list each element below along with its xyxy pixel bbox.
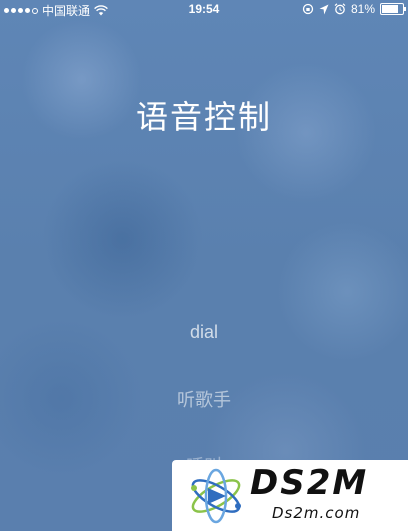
- alarm-icon: [334, 3, 346, 15]
- watermark-brand: DS2M: [250, 463, 369, 503]
- suggestion-item: dial: [189, 322, 219, 342]
- location-icon: [319, 4, 329, 14]
- page-title: 语音控制: [135, 99, 272, 135]
- watermark-logo: DS2M Ds2m.com: [172, 460, 408, 531]
- rotation-lock-icon: [302, 3, 314, 15]
- watermark-domain: Ds2m.com: [272, 504, 361, 522]
- atom-logo-icon: [191, 468, 241, 524]
- battery-percent: 81%: [350, 2, 375, 16]
- suggestion-item: 听歌手: [177, 390, 231, 410]
- battery-level: [382, 5, 399, 13]
- battery-icon: [380, 3, 406, 15]
- status-bar: 中国联通 19:54 81%: [0, 0, 408, 18]
- status-right: 81%: [302, 2, 406, 16]
